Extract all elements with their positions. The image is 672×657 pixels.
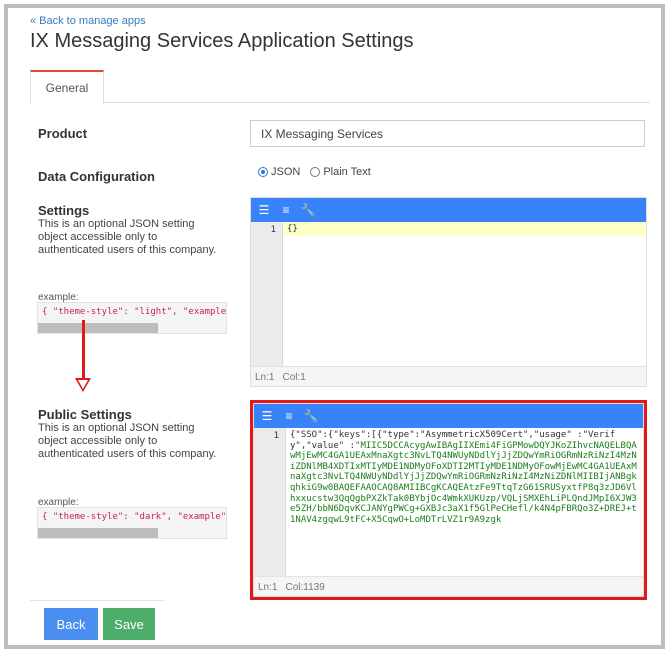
- product-input[interactable]: IX Messaging Services: [250, 120, 645, 147]
- annotation-highlight-box: [250, 400, 647, 600]
- public-settings-description: This is an optional JSON setting object …: [38, 422, 217, 460]
- settings-editor-gutter: 1: [251, 222, 283, 366]
- status-line: Ln:1: [255, 372, 275, 383]
- product-label: Product: [38, 126, 88, 141]
- annotation-arrow-head: [75, 378, 91, 392]
- save-button[interactable]: Save: [103, 608, 155, 640]
- data-configuration-label: Data Configuration: [38, 169, 155, 184]
- page-title: IX Messaging Services Application Settin…: [30, 30, 414, 52]
- json-radio[interactable]: [258, 167, 268, 177]
- public-settings-label: Public Settings: [38, 407, 132, 422]
- status-column: Col:1: [282, 372, 306, 383]
- back-button[interactable]: Back: [44, 608, 98, 640]
- settings-example-box: { "theme-style": "light", "example": [37, 302, 227, 334]
- footer-divider: [30, 600, 165, 601]
- data-configuration-options: JSON Plain Text: [258, 166, 381, 178]
- tabs-bar: General: [30, 70, 650, 104]
- format-icon[interactable]: ☰: [257, 203, 271, 217]
- back-to-manage-apps-link[interactable]: « Back to manage apps: [30, 15, 146, 27]
- settings-example-code: { "theme-style": "light", "example": [42, 307, 227, 317]
- tab-general[interactable]: General: [30, 70, 104, 104]
- public-settings-example-code: { "theme-style": "dark", "example":: [42, 512, 227, 522]
- settings-editor-content[interactable]: {}: [287, 224, 640, 235]
- repair-wrench-icon[interactable]: 🔧: [301, 203, 316, 217]
- compact-icon[interactable]: ≡: [279, 203, 293, 217]
- plain-text-radio[interactable]: [310, 167, 321, 177]
- settings-example-scrollbar[interactable]: [38, 323, 158, 333]
- line-number: 1: [270, 225, 276, 235]
- public-settings-example-box: { "theme-style": "dark", "example":: [37, 507, 227, 539]
- settings-editor-toolbar: ☰ ≡ 🔧: [251, 198, 646, 222]
- settings-json-editor[interactable]: ☰ ≡ 🔧 1 {} Ln:1 Col:1: [250, 197, 647, 387]
- annotation-arrow-line: [82, 320, 85, 382]
- json-radio-label[interactable]: JSON: [271, 166, 300, 178]
- settings-label: Settings: [38, 203, 90, 218]
- settings-description: This is an optional JSON setting object …: [38, 218, 217, 256]
- settings-editor-status-bar: Ln:1 Col:1: [251, 366, 646, 386]
- public-settings-example-scrollbar[interactable]: [38, 528, 158, 538]
- plain-text-radio-label[interactable]: Plain Text: [323, 166, 371, 178]
